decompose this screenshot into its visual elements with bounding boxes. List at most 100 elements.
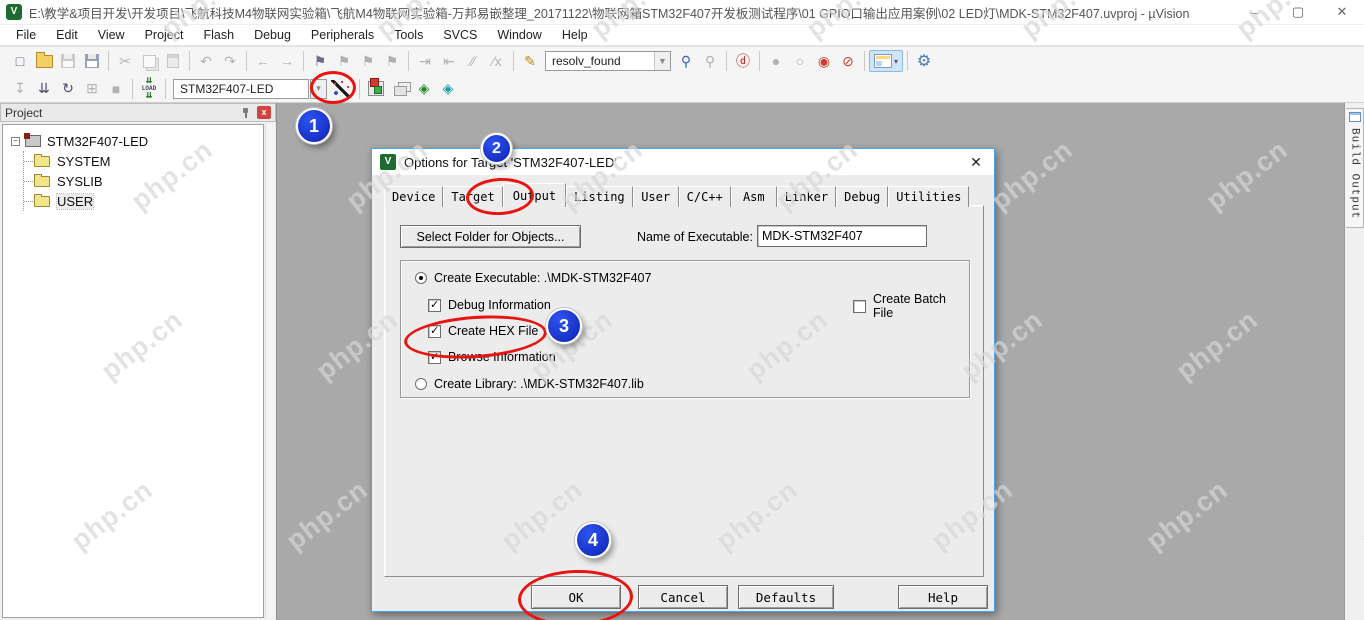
previous-bookmark-icon[interactable]: ⚑ bbox=[332, 50, 356, 72]
tree-item[interactable]: SYSTEM bbox=[24, 151, 263, 171]
maximize-button[interactable]: ▢ bbox=[1276, 0, 1320, 25]
disable-all-breakpoints-icon[interactable]: ◉ bbox=[812, 50, 836, 72]
tab[interactable]: Device bbox=[384, 186, 444, 207]
grep-icon[interactable]: ⚲ bbox=[698, 50, 722, 72]
uvision-app-icon: V bbox=[6, 4, 22, 20]
create-batch-file-label: Create Batch File bbox=[873, 292, 946, 320]
tree-item[interactable]: SYSLIB bbox=[24, 171, 263, 191]
menu-item[interactable]: Edit bbox=[46, 25, 88, 46]
download-icon[interactable]: LOAD bbox=[137, 78, 161, 100]
paste-icon[interactable] bbox=[161, 50, 185, 72]
enable-breakpoint-icon[interactable]: ○ bbox=[788, 50, 812, 72]
insert-breakpoint-icon[interactable]: ● bbox=[764, 50, 788, 72]
name-of-executable-input[interactable]: MDK-STM32F407 bbox=[757, 225, 927, 247]
build-output-tab[interactable]: Build Output bbox=[1346, 108, 1364, 229]
kill-all-breakpoints-icon[interactable]: ⊘ bbox=[836, 50, 860, 72]
unindent-icon[interactable]: ⇤ bbox=[437, 50, 461, 72]
comment-icon[interactable]: ∕∕ bbox=[461, 50, 485, 72]
pin-icon[interactable] bbox=[239, 107, 251, 119]
find-in-files-icon[interactable]: ⚲ bbox=[674, 50, 698, 72]
browse-information-checkbox-row[interactable]: Browse Information bbox=[428, 350, 556, 364]
redo-icon[interactable]: ↷ bbox=[218, 50, 242, 72]
dialog-close-button[interactable]: ✕ bbox=[966, 154, 986, 171]
menu-item[interactable]: Debug bbox=[244, 25, 301, 46]
chevron-down-icon[interactable]: ▾ bbox=[894, 57, 898, 66]
tab[interactable]: Debug bbox=[836, 186, 889, 207]
checkbox-icon[interactable] bbox=[428, 350, 441, 364]
tab[interactable]: Listing bbox=[566, 186, 633, 207]
project-panel-close-button[interactable]: x bbox=[257, 106, 271, 119]
translate-icon[interactable]: ↧ bbox=[8, 78, 32, 100]
radio-icon[interactable] bbox=[415, 378, 427, 390]
uncomment-icon[interactable]: ∕x bbox=[485, 50, 509, 72]
build-icon[interactable]: ⇊ bbox=[32, 78, 56, 100]
menu-item[interactable]: SVCS bbox=[433, 25, 487, 46]
rebuild-icon[interactable]: ↻ bbox=[56, 78, 80, 100]
tree-expander-icon[interactable]: − bbox=[11, 136, 20, 146]
radio-icon[interactable] bbox=[415, 272, 427, 284]
target-select-combo[interactable]: STM32F407-LED bbox=[173, 78, 309, 99]
checkbox-icon[interactable] bbox=[428, 324, 441, 338]
create-batch-file-checkbox-row[interactable]: Create Batch File bbox=[853, 292, 969, 320]
tab[interactable]: Linker bbox=[776, 186, 837, 207]
ok-button[interactable]: OK bbox=[531, 585, 621, 609]
stop-build-icon[interactable]: ■ bbox=[104, 78, 128, 100]
open-folder-icon[interactable] bbox=[32, 50, 56, 72]
lookup-word-icon[interactable]: ⓓ bbox=[731, 50, 755, 72]
menu-item[interactable]: Project bbox=[135, 25, 194, 46]
options-for-target-icon[interactable] bbox=[327, 78, 355, 100]
menu-item[interactable]: View bbox=[88, 25, 135, 46]
checkbox-icon[interactable] bbox=[428, 298, 441, 312]
indent-icon[interactable]: ⇥ bbox=[413, 50, 437, 72]
tab[interactable]: Output bbox=[502, 183, 567, 207]
find-text-combo[interactable]: resolv_found ▼ bbox=[545, 51, 671, 71]
clear-bookmarks-icon[interactable]: ⚑ bbox=[380, 50, 404, 72]
save-icon[interactable] bbox=[56, 50, 80, 72]
window-layout-icon[interactable]: ▾ bbox=[869, 50, 903, 72]
select-software-packs-icon[interactable]: ◈ bbox=[412, 78, 436, 100]
configure-tools-icon[interactable]: ⚙ bbox=[912, 50, 936, 72]
menu-item[interactable]: File bbox=[6, 25, 46, 46]
toolbar-separator bbox=[246, 51, 247, 71]
chevron-down-icon[interactable]: ▼ bbox=[654, 52, 670, 70]
tree-root-item[interactable]: − STM32F407-LED bbox=[9, 131, 263, 151]
target-select-dropdown[interactable]: ▾ bbox=[310, 78, 327, 99]
pack-installer-icon[interactable]: ◈ bbox=[436, 78, 460, 100]
project-scrollbar[interactable] bbox=[265, 124, 275, 618]
cut-icon[interactable]: ✂ bbox=[113, 50, 137, 72]
configure-find-icon[interactable]: ✎ bbox=[518, 50, 542, 72]
tab[interactable]: Asm bbox=[730, 186, 777, 207]
undo-icon[interactable]: ↶ bbox=[194, 50, 218, 72]
manage-run-time-environment-icon[interactable] bbox=[364, 78, 388, 100]
create-library-radio-row[interactable]: Create Library: .\MDK-STM32F407.lib bbox=[415, 377, 644, 391]
menu-item[interactable]: Window bbox=[487, 25, 551, 46]
toggle-bookmark-icon[interactable]: ⚑ bbox=[308, 50, 332, 72]
menu-item[interactable]: Flash bbox=[193, 25, 244, 46]
tab[interactable]: C/C++ bbox=[678, 186, 731, 207]
navigate-forward-icon[interactable]: → bbox=[275, 50, 299, 72]
create-executable-radio-row[interactable]: Create Executable: .\MDK-STM32F407 bbox=[415, 271, 651, 285]
save-all-icon[interactable] bbox=[80, 50, 104, 72]
navigate-back-icon[interactable]: ← bbox=[251, 50, 275, 72]
minimize-button[interactable]: – bbox=[1232, 0, 1276, 25]
menu-item[interactable]: Tools bbox=[384, 25, 433, 46]
create-hex-file-checkbox-row[interactable]: Create HEX File bbox=[428, 324, 538, 338]
tab[interactable]: User bbox=[632, 186, 679, 207]
close-button[interactable]: ✕ bbox=[1320, 0, 1364, 25]
defaults-button[interactable]: Defaults bbox=[738, 585, 834, 609]
new-file-icon[interactable]: □ bbox=[8, 50, 32, 72]
tree-item[interactable]: USER bbox=[24, 191, 263, 211]
tab[interactable]: Target bbox=[443, 186, 503, 207]
debug-information-checkbox-row[interactable]: Debug Information bbox=[428, 298, 551, 312]
help-button[interactable]: Help bbox=[898, 585, 988, 609]
copy-icon[interactable] bbox=[137, 50, 161, 72]
next-bookmark-icon[interactable]: ⚑ bbox=[356, 50, 380, 72]
batch-build-icon[interactable]: ⊞ bbox=[80, 78, 104, 100]
cancel-button[interactable]: Cancel bbox=[638, 585, 728, 609]
tab[interactable]: Utilities bbox=[888, 186, 970, 207]
menu-item[interactable]: Peripherals bbox=[301, 25, 384, 46]
menu-item[interactable]: Help bbox=[552, 25, 598, 46]
manage-project-items-icon[interactable] bbox=[388, 78, 412, 100]
checkbox-icon[interactable] bbox=[853, 299, 866, 313]
select-folder-for-objects-button[interactable]: Select Folder for Objects... bbox=[400, 225, 581, 248]
